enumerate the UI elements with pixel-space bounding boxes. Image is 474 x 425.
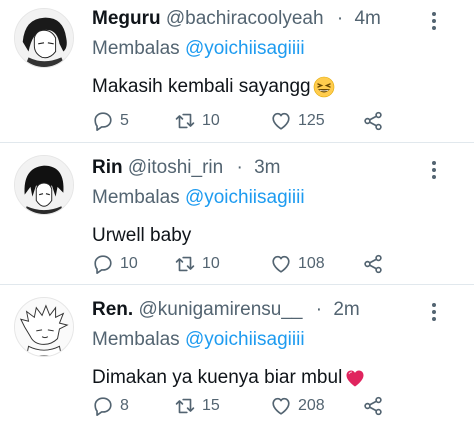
reply-context: Membalas @yoichiisagiiii [92, 327, 464, 353]
like-button[interactable]: 108 [270, 251, 325, 277]
tweet-text-content: Dimakan ya kuenya biar mbul [92, 367, 343, 388]
retweet-button[interactable]: 10 [174, 108, 220, 134]
like-count: 125 [298, 112, 325, 129]
share-nodes-icon [364, 254, 382, 274]
retweet-arrows-icon [175, 398, 195, 414]
reply-context: Membalas @yoichiisagiiii [92, 36, 464, 62]
display-name[interactable]: Ren. [92, 299, 133, 320]
share-nodes-icon [364, 396, 382, 416]
reply-count: 5 [120, 112, 129, 129]
tweet-ren[interactable]: Ren. @kunigamirensu__ · 2m Membalas @yoi… [0, 285, 474, 425]
reply-button[interactable]: 5 [92, 108, 129, 134]
more-options-icon[interactable] [424, 157, 444, 183]
like-count: 108 [298, 255, 325, 272]
separator-dot: · [315, 299, 323, 320]
tweet-actions: 8 15 208 [92, 393, 462, 419]
timestamp[interactable]: 2m [333, 299, 359, 320]
heart-outline-icon [272, 112, 290, 130]
retweet-button[interactable]: 10 [174, 251, 220, 277]
avatar[interactable] [14, 155, 74, 215]
reply-mention-link[interactable]: @yoichiisagiiii [185, 38, 305, 59]
timestamp[interactable]: 4m [354, 8, 380, 29]
avatar-image [15, 298, 73, 356]
tweet-text: Urwell baby [92, 223, 464, 249]
user-handle[interactable]: @itoshi_rin [128, 157, 223, 178]
tweet-meguru[interactable]: Meguru @bachiracoolyeah · 4m Membalas @y… [0, 0, 474, 140]
like-count: 208 [298, 397, 325, 414]
timestamp[interactable]: 3m [254, 157, 280, 178]
display-name[interactable]: Meguru [92, 8, 161, 29]
grinning-squinting-face-emoji [313, 76, 334, 98]
reply-prefix: Membalas [92, 187, 180, 208]
tweet-text-content: Makasih kembali sayangg [92, 76, 311, 97]
reply-prefix: Membalas [92, 329, 180, 350]
avatar[interactable] [14, 8, 74, 68]
retweet-count: 10 [202, 255, 220, 272]
separator-dot: · [236, 157, 243, 178]
reply-count: 8 [120, 397, 129, 414]
speech-bubble-icon [94, 112, 112, 131]
retweet-count: 15 [202, 397, 220, 414]
tweet-actions: 10 10 108 [92, 251, 462, 277]
share-button[interactable] [362, 108, 384, 134]
avatar-image [15, 156, 73, 214]
speech-bubble-icon [94, 397, 112, 416]
heart-outline-icon [272, 255, 290, 273]
heart-outline-icon [272, 397, 290, 415]
like-button[interactable]: 208 [270, 393, 325, 419]
avatar[interactable] [14, 297, 74, 357]
reply-prefix: Membalas [92, 38, 180, 59]
avatar-image [15, 9, 73, 67]
reply-mention-link[interactable]: @yoichiisagiiii [185, 187, 305, 208]
reply-context: Membalas @yoichiisagiiii [92, 185, 464, 211]
share-nodes-icon [364, 111, 382, 131]
tweet-rin[interactable]: Rin @itoshi_rin · 3m Membalas @yoichiisa… [0, 143, 474, 283]
share-button[interactable] [362, 251, 384, 277]
more-options-icon[interactable] [424, 299, 444, 325]
separator-dot: · [336, 8, 344, 29]
tweet-text: Makasih kembali sayangg [92, 74, 464, 100]
retweet-arrows-icon [175, 113, 195, 129]
retweet-arrows-icon [175, 256, 195, 272]
retweet-count: 10 [202, 112, 220, 129]
tweet-text-content: Urwell baby [92, 225, 192, 246]
more-options-icon[interactable] [424, 8, 444, 34]
tweet-actions: 5 10 125 [92, 108, 462, 134]
like-button[interactable]: 125 [270, 108, 325, 134]
reply-count: 10 [120, 255, 138, 272]
user-handle[interactable]: @bachiracoolyeah [166, 8, 324, 29]
reply-button[interactable]: 10 [92, 251, 138, 277]
reply-button[interactable]: 8 [92, 393, 129, 419]
user-handle[interactable]: @kunigamirensu__ [138, 299, 302, 320]
share-button[interactable] [362, 393, 384, 419]
display-name[interactable]: Rin [92, 157, 123, 178]
speech-bubble-icon [94, 255, 112, 274]
tweet-text: Dimakan ya kuenya biar mbul [92, 365, 464, 391]
retweet-button[interactable]: 15 [174, 393, 220, 419]
red-heart-emoji [346, 370, 364, 387]
reply-mention-link[interactable]: @yoichiisagiiii [185, 329, 305, 350]
